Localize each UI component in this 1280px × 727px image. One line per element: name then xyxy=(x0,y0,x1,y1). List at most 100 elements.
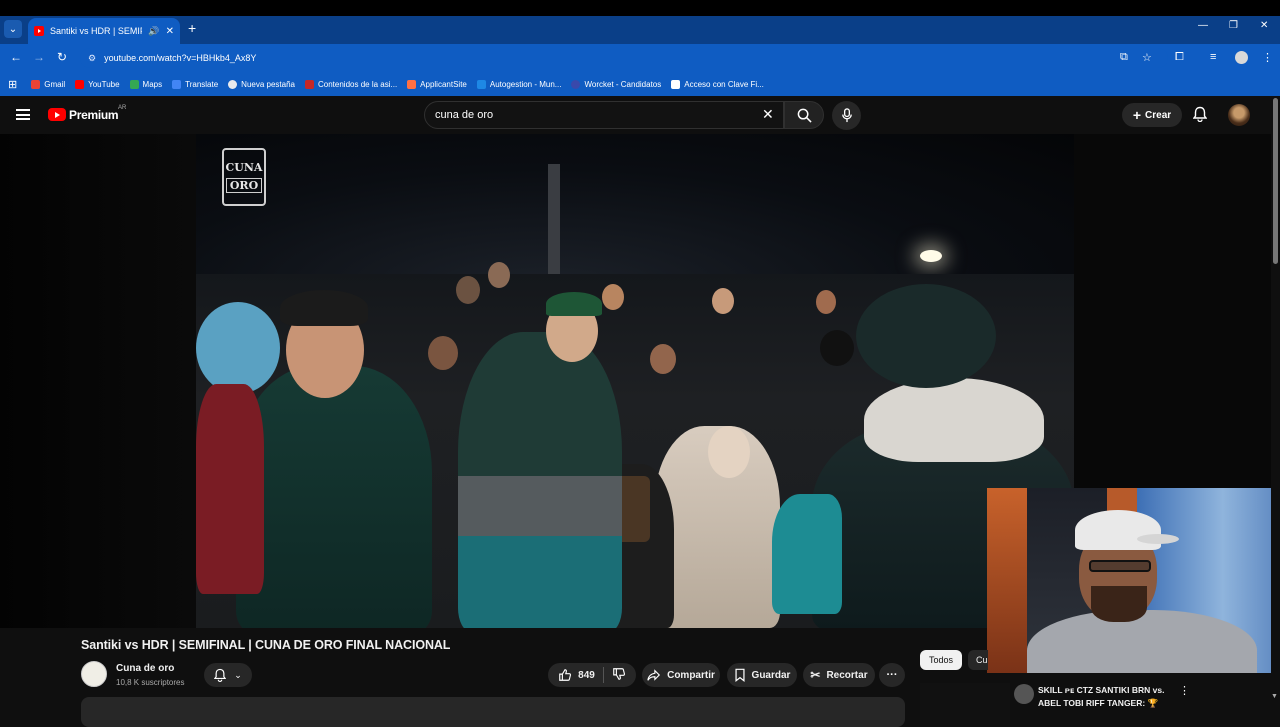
clear-search-icon[interactable]: ✕ xyxy=(762,106,774,123)
tab-title: Santiki vs HDR | SEMIFINAL xyxy=(50,26,142,36)
streamer-beard xyxy=(1091,586,1147,622)
browser-tab-active[interactable]: Santiki vs HDR | SEMIFINAL 🔊 ✕ xyxy=(28,18,180,44)
bookmark-gmail[interactable]: Gmail xyxy=(31,79,65,89)
recommended-video-title[interactable]: SKILL ᴘᴇ CTZ SANTIKI BRN vs. ABEL TOBI R… xyxy=(1038,684,1178,710)
streamer-cap xyxy=(1075,510,1161,550)
bookmark-youtube[interactable]: YouTube xyxy=(75,79,120,89)
crowd-head xyxy=(856,284,996,388)
afip-icon xyxy=(671,79,681,89)
apps-grid-icon[interactable]: ⊞ xyxy=(8,78,17,91)
notifications-bell-icon[interactable] xyxy=(1192,106,1208,125)
bookmark-icon xyxy=(734,668,745,682)
restore-icon[interactable]: ❐ xyxy=(1229,20,1238,31)
scroll-down-icon[interactable]: ▼ xyxy=(1271,693,1278,700)
dislike-button[interactable] xyxy=(612,667,626,684)
brand-label[interactable]: Premium xyxy=(69,108,119,122)
like-button[interactable]: 849 xyxy=(558,668,595,682)
share-button[interactable]: Compartir xyxy=(642,663,720,687)
region-code: AR xyxy=(118,105,127,111)
hamburger-menu-icon[interactable] xyxy=(16,109,30,120)
subscription-notifications-button[interactable]: ⌄ xyxy=(204,663,252,687)
crowd-head xyxy=(708,426,750,478)
tab-search-icon[interactable]: ⌄ xyxy=(4,20,22,38)
bookmark-clave-fiscal[interactable]: Acceso con Clave Fi... xyxy=(671,79,764,89)
crowd-figure xyxy=(864,378,1044,462)
site-info-icon[interactable]: ⚙ xyxy=(88,53,96,64)
crowd-head xyxy=(816,290,836,314)
thumbs-down-icon xyxy=(613,667,625,680)
subscriber-count: 10,8 K suscriptores xyxy=(116,678,185,687)
chip-all[interactable]: Todos xyxy=(920,650,962,670)
crowd-head xyxy=(602,284,624,310)
search-value: cuna de oro xyxy=(435,109,494,121)
youtube-favicon-icon xyxy=(34,26,44,36)
account-avatar[interactable] xyxy=(1228,104,1250,126)
description-box[interactable] xyxy=(81,697,905,727)
crowd-head xyxy=(712,288,734,314)
channel-watermark-logo: CUNA ORO xyxy=(222,148,266,206)
search-icon xyxy=(797,108,812,123)
bookmark-maps[interactable]: Maps xyxy=(129,79,162,89)
channel-avatar[interactable] xyxy=(81,661,107,687)
recommended-menu-icon[interactable]: ⋮ xyxy=(1179,684,1190,697)
top-strip xyxy=(0,0,1280,16)
bookmark-new-tab[interactable]: Nueva pestaña xyxy=(228,79,295,89)
omnibox[interactable]: ⚙ youtube.com/watch?v=HBHkb4_Ax8Y xyxy=(80,48,1168,68)
forward-icon[interactable]: → xyxy=(33,50,45,64)
install-app-icon[interactable]: ⧉ xyxy=(1120,51,1128,64)
divider xyxy=(602,667,604,683)
recommended-thumbnail[interactable] xyxy=(920,683,1010,720)
reload-icon[interactable]: ↻ xyxy=(57,50,67,64)
speaker-icon[interactable]: 🔊 xyxy=(148,26,159,37)
save-button[interactable]: Guardar xyxy=(727,663,797,687)
autogestion-icon xyxy=(476,79,486,89)
crowd-head xyxy=(488,262,510,288)
video-frame-lamp xyxy=(920,250,942,262)
worcket-icon xyxy=(571,79,581,89)
crowd-figure xyxy=(458,332,622,628)
media-control-icon[interactable]: ≡ xyxy=(1210,51,1216,63)
bookmark-contenidos[interactable]: Contenidos de la asi... xyxy=(305,79,397,89)
url-text: youtube.com/watch?v=HBHkb4_Ax8Y xyxy=(104,53,257,63)
translate-icon xyxy=(172,79,182,89)
applicantsite-icon xyxy=(407,79,417,89)
profile-avatar[interactable] xyxy=(1235,51,1248,64)
crowd-figure xyxy=(546,292,602,316)
scissors-icon: ✂ xyxy=(810,668,821,682)
bookmark-applicantsite[interactable]: ApplicantSite xyxy=(407,79,467,89)
recommended-channel-avatar[interactable] xyxy=(1014,684,1034,704)
webcam-overlay xyxy=(987,488,1280,673)
voice-search-button[interactable] xyxy=(832,101,861,130)
globe-icon xyxy=(228,79,238,89)
webcam-wall-left xyxy=(987,488,1027,673)
scrollbar-thumb[interactable] xyxy=(1273,98,1278,264)
extensions-icon[interactable]: ⧠ xyxy=(1175,51,1184,64)
search-button[interactable] xyxy=(784,101,824,129)
window-close-icon[interactable]: ✕ xyxy=(1260,20,1268,31)
crowd-head xyxy=(820,330,854,366)
minimize-icon[interactable]: — xyxy=(1198,20,1208,31)
crowd-figure xyxy=(236,366,432,628)
bookmark-autogestion[interactable]: Autogestion - Mun... xyxy=(476,79,561,89)
chip-cuna[interactable]: Cu xyxy=(968,650,988,670)
bookmark-translate[interactable]: Translate xyxy=(172,79,218,89)
new-tab-button[interactable]: + xyxy=(188,20,196,36)
youtube-logo-icon[interactable] xyxy=(48,108,66,121)
more-actions-icon[interactable]: ··· xyxy=(879,663,905,687)
plus-icon: + xyxy=(1132,107,1142,123)
clip-button[interactable]: ✂ Recortar xyxy=(803,663,875,687)
chrome-menu-icon[interactable]: ⋮ xyxy=(1262,51,1273,64)
bookmark-worcket[interactable]: Worcket - Candidatos xyxy=(571,79,661,89)
video-player[interactable]: CUNA ORO xyxy=(196,134,1074,628)
search-input[interactable]: cuna de oro xyxy=(424,101,784,129)
bookmark-star-icon[interactable]: ☆ xyxy=(1142,51,1152,64)
create-button[interactable]: + Crear xyxy=(1122,103,1182,127)
crowd-head xyxy=(428,336,458,370)
thumbs-up-icon xyxy=(559,669,572,681)
bell-icon xyxy=(214,668,227,682)
streamer-cap-brim xyxy=(1137,534,1179,544)
share-icon xyxy=(647,669,661,681)
tab-close-icon[interactable]: ✕ xyxy=(166,26,174,37)
channel-name[interactable]: Cuna de oro xyxy=(116,663,174,674)
back-icon[interactable]: ← xyxy=(10,50,22,64)
